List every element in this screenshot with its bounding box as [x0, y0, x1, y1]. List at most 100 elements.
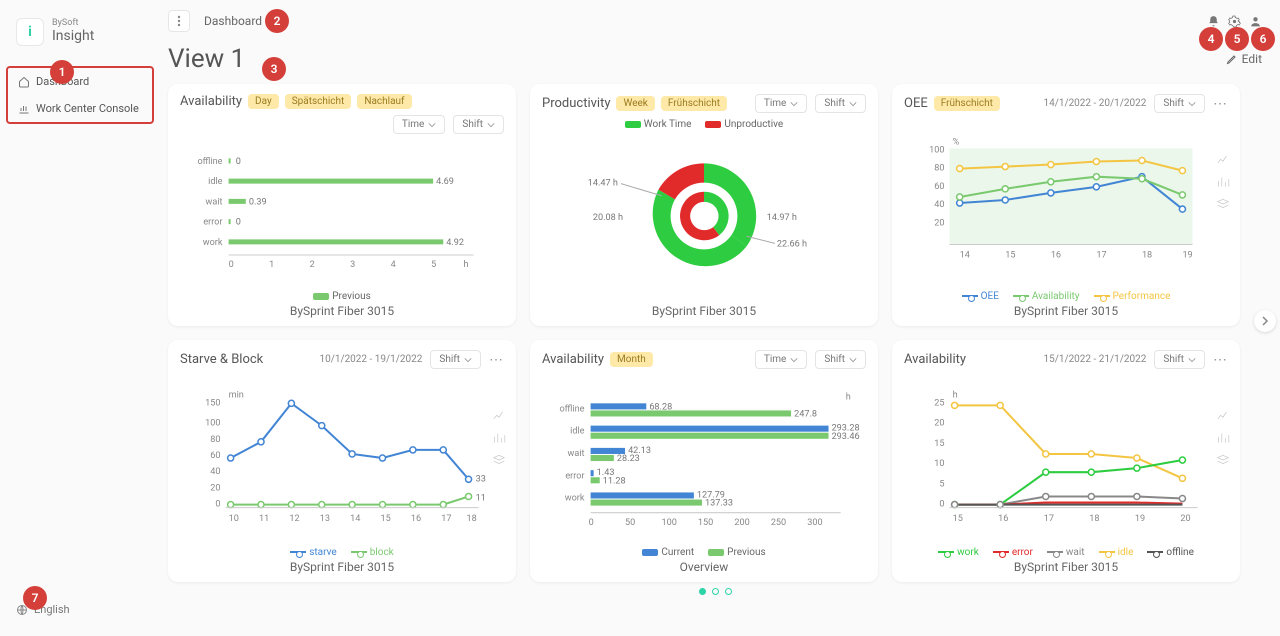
svg-text:15: 15	[953, 514, 963, 524]
callout-4: 4	[1199, 27, 1223, 51]
svg-text:10: 10	[934, 459, 944, 469]
shift-dropdown[interactable]: Shift	[453, 115, 504, 134]
line-icon	[1216, 409, 1230, 423]
svg-text:idle: idle	[208, 177, 223, 187]
edit-label: Edit	[1242, 52, 1262, 66]
layers-icon	[1216, 197, 1230, 211]
card-title: Availability	[542, 352, 604, 367]
user-icon[interactable]	[1249, 15, 1262, 28]
svg-text:0: 0	[229, 260, 234, 270]
svg-text:3: 3	[350, 260, 355, 270]
date-range: 15/1/2022 - 21/1/2022	[1043, 354, 1146, 365]
svg-text:14: 14	[960, 251, 970, 261]
svg-text:2: 2	[310, 260, 315, 270]
svg-text:0: 0	[236, 157, 241, 167]
gear-icon[interactable]	[1228, 15, 1241, 28]
svg-text:80: 80	[934, 164, 944, 174]
svg-text:247.8: 247.8	[794, 410, 817, 420]
time-dropdown[interactable]: Time	[755, 350, 807, 369]
shift-dropdown[interactable]: Shift	[815, 350, 866, 369]
layers-icon	[492, 453, 506, 467]
topbar-menu[interactable]	[168, 10, 190, 32]
language-selector[interactable]: English	[0, 603, 160, 626]
chart-tools[interactable]	[1216, 153, 1230, 211]
home-icon	[18, 76, 30, 88]
breadcrumb[interactable]: Dashboard	[204, 14, 262, 28]
chevron-down-icon	[1188, 356, 1196, 364]
edit-button[interactable]: Edit	[1226, 52, 1262, 66]
pencil-icon	[1226, 53, 1238, 65]
card-caption: BySprint Fiber 3015	[542, 304, 866, 318]
scroll-right[interactable]	[1254, 310, 1276, 332]
nav-label: Work Center Console	[36, 102, 139, 115]
chevron-down-icon	[790, 100, 798, 108]
nav-workcenter[interactable]: Work Center Console	[8, 95, 152, 122]
svg-text:100: 100	[661, 518, 676, 528]
availability-range-chart: h 2520151050 151617181920	[904, 369, 1228, 545]
callout-6: 6	[1251, 27, 1275, 51]
shift-dropdown[interactable]: Shift	[1154, 94, 1205, 113]
tag: Frühschicht	[934, 96, 1000, 111]
svg-text:0: 0	[589, 518, 594, 528]
svg-text:11.28: 11.28	[603, 476, 626, 486]
callout-2: 2	[265, 9, 289, 33]
chevron-down-icon	[849, 356, 857, 364]
card-more[interactable]: ⋯	[1213, 352, 1228, 368]
tag: Frühschicht	[661, 96, 727, 111]
card-availability-range: Availability 15/1/2022 - 21/1/2022 Shift…	[892, 340, 1240, 582]
bars-icon	[492, 431, 506, 445]
chart-tools[interactable]	[492, 409, 506, 467]
svg-text:14.47 h: 14.47 h	[588, 179, 618, 189]
svg-text:15: 15	[1005, 251, 1015, 261]
card-more[interactable]: ⋯	[1213, 96, 1228, 112]
dot[interactable]	[725, 588, 732, 595]
shift-dropdown[interactable]: Shift	[815, 94, 866, 113]
svg-text:error: error	[565, 471, 584, 481]
svg-text:28.23: 28.23	[617, 454, 640, 464]
bell-icon[interactable]	[1207, 15, 1220, 28]
sidebar-nav: Dashboard Work Center Console	[6, 66, 154, 124]
svg-text:17: 17	[1096, 251, 1106, 261]
dot[interactable]	[699, 588, 706, 595]
svg-text:12: 12	[289, 514, 299, 524]
callout-7: 7	[23, 586, 47, 610]
card-caption: BySprint Fiber 3015	[180, 304, 504, 318]
svg-text:17: 17	[1044, 514, 1054, 524]
carousel-dots[interactable]	[168, 588, 1262, 595]
svg-text:60: 60	[210, 451, 220, 461]
svg-text:5: 5	[939, 479, 944, 489]
svg-text:h: h	[953, 390, 958, 400]
callout-3: 3	[262, 57, 286, 81]
card-more[interactable]: ⋯	[489, 352, 504, 368]
svg-text:150: 150	[698, 518, 713, 528]
date-range: 14/1/2022 - 20/1/2022	[1043, 98, 1146, 109]
availability-day-chart: offline0 idle4.69 wait0.39 error0 work4.…	[180, 134, 504, 289]
chart-tools[interactable]	[1216, 409, 1230, 467]
shift-dropdown[interactable]: Shift	[430, 350, 481, 369]
shift-dropdown[interactable]: Shift	[1154, 350, 1205, 369]
time-dropdown[interactable]: Time	[755, 94, 807, 113]
tag: Spätschicht	[285, 94, 352, 109]
card-caption: BySprint Fiber 3015	[904, 560, 1228, 574]
svg-text:20: 20	[1180, 514, 1190, 524]
svg-text:1: 1	[269, 260, 274, 270]
availability-month-chart: h offline 68.28 247.8 idle 293.28 293.46…	[542, 369, 866, 545]
card-oee: OEE Frühschicht 14/1/2022 - 20/1/2022 Sh…	[892, 84, 1240, 326]
svg-text:work: work	[565, 494, 585, 504]
svg-text:idle: idle	[570, 427, 585, 437]
svg-text:33: 33	[476, 474, 486, 484]
time-dropdown[interactable]: Time	[393, 115, 445, 134]
nav-dashboard[interactable]: Dashboard	[8, 68, 152, 95]
svg-text:200: 200	[734, 518, 749, 528]
svg-text:300: 300	[807, 518, 822, 528]
card-starve: Starve & Block 10/1/2022 - 19/1/2022 Shi…	[168, 340, 516, 582]
svg-text:error: error	[203, 218, 222, 228]
card-productivity: Productivity Week Frühschicht Time Shift…	[530, 84, 878, 326]
svg-text:25: 25	[934, 398, 944, 408]
chevron-down-icon	[464, 356, 472, 364]
svg-text:50: 50	[625, 518, 635, 528]
dot[interactable]	[712, 588, 719, 595]
svg-text:offline: offline	[197, 157, 222, 167]
svg-text:15: 15	[380, 514, 390, 524]
layers-icon	[1216, 453, 1230, 467]
